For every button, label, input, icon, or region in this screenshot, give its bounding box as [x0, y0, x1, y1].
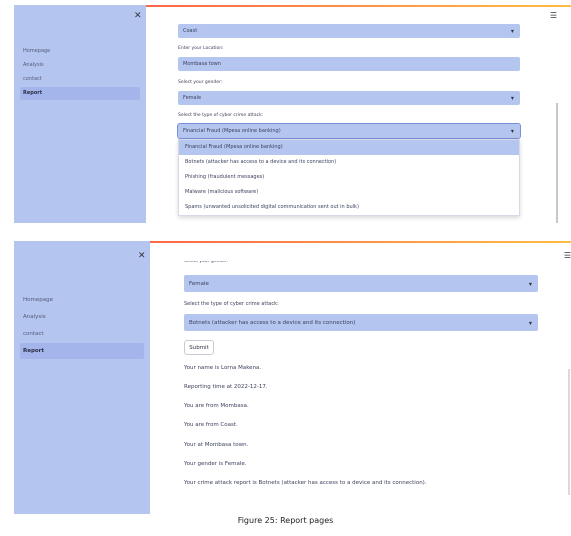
- sidebar-item-contact[interactable]: contact: [20, 73, 140, 86]
- report-page-submitted: ✕ Homepage Analysis contact Report ☰ Sel…: [14, 241, 571, 514]
- location-label: Enter your Location:: [178, 46, 224, 51]
- close-icon[interactable]: ✕: [138, 251, 146, 261]
- close-icon[interactable]: ✕: [134, 11, 142, 21]
- scrollbar[interactable]: [556, 103, 558, 223]
- hamburger-menu-icon[interactable]: ☰: [564, 251, 571, 260]
- attack-select[interactable]: Financial Fraud (Mpesa online banking) ▼: [177, 123, 521, 139]
- output-gender: Your gender is Female.: [184, 461, 247, 467]
- main-content: Coast ▼ Enter your Location: Mombasa tow…: [177, 5, 521, 223]
- submit-button[interactable]: Submit: [184, 340, 214, 355]
- report-page-dropdown-open: ✕ Homepage Analysis contact Report ☰ Coa…: [14, 5, 571, 223]
- gender-select[interactable]: Female ▼: [178, 91, 520, 105]
- attack-select[interactable]: Botnets (attacker has access to a device…: [184, 314, 538, 331]
- chevron-down-icon: ▼: [528, 320, 532, 325]
- attack-label: Select the type of cyber crime attack:: [178, 113, 264, 118]
- sidebar-item-homepage[interactable]: Homepage: [20, 292, 144, 308]
- sidebar-item-analysis[interactable]: Analysis: [20, 59, 140, 72]
- sidebar-nav: Homepage Analysis contact Report: [20, 292, 144, 360]
- output-location: Your at Mombasa town.: [184, 442, 249, 448]
- scrollbar[interactable]: [568, 369, 570, 495]
- sidebar-item-homepage[interactable]: Homepage: [20, 45, 140, 58]
- attack-label: Select the type of cyber crime attack:: [184, 301, 279, 307]
- figure-caption: Figure 25: Report pages: [237, 516, 334, 525]
- location-input[interactable]: Mombasa town: [178, 57, 520, 71]
- hamburger-menu-icon[interactable]: ☰: [550, 11, 557, 20]
- sidebar: ✕ Homepage Analysis contact Report: [14, 241, 150, 514]
- region-select-value: Coast: [183, 28, 198, 34]
- main-content: Select your gender: Female ▼ Select the …: [184, 241, 538, 514]
- output-reporting-time: Reporting time at 2022-12-17.: [184, 384, 268, 390]
- output-city: You are from Mombasa.: [184, 403, 249, 409]
- chevron-down-icon: ▼: [510, 28, 514, 34]
- location-input-value: Mombasa town: [183, 61, 222, 67]
- sidebar-item-report[interactable]: Report: [20, 87, 140, 100]
- gender-label: Select your gender:: [184, 261, 229, 264]
- gender-label: Select your gender:: [178, 80, 223, 85]
- gender-select[interactable]: Female ▼: [184, 275, 538, 292]
- sidebar-nav: Homepage Analysis contact Report: [20, 45, 140, 101]
- attack-select-value: Financial Fraud (Mpesa online banking): [183, 128, 281, 134]
- gender-select-value: Female: [183, 95, 202, 101]
- sidebar-item-contact[interactable]: contact: [20, 326, 144, 342]
- sidebar: ✕ Homepage Analysis contact Report: [14, 5, 146, 223]
- attack-option[interactable]: Botnets (attacker has access to a device…: [179, 155, 519, 170]
- chevron-down-icon: ▼: [510, 128, 514, 134]
- output-name: Your name is Lorna Makena.: [184, 365, 262, 371]
- attack-options-list: Financial Fraud (Mpesa online banking) B…: [178, 139, 520, 216]
- sidebar-item-report[interactable]: Report: [20, 343, 144, 359]
- chevron-down-icon: ▼: [528, 281, 532, 286]
- attack-select-value: Botnets (attacker has access to a device…: [189, 319, 356, 326]
- region-select[interactable]: Coast ▼: [178, 24, 520, 38]
- chevron-down-icon: ▼: [510, 95, 514, 101]
- gender-select-value: Female: [189, 280, 209, 287]
- attack-option[interactable]: Malware (malicious software): [179, 185, 519, 200]
- attack-option[interactable]: Spams (unwanted unsolicited digital comm…: [179, 200, 519, 215]
- output-crime-report: Your crime attack report is Botnets (att…: [184, 480, 427, 486]
- sidebar-item-analysis[interactable]: Analysis: [20, 309, 144, 325]
- output-region: You are from Coast.: [184, 422, 238, 428]
- attack-option[interactable]: Phishing (fraudulent messages): [179, 170, 519, 185]
- attack-option[interactable]: Financial Fraud (Mpesa online banking): [179, 140, 519, 155]
